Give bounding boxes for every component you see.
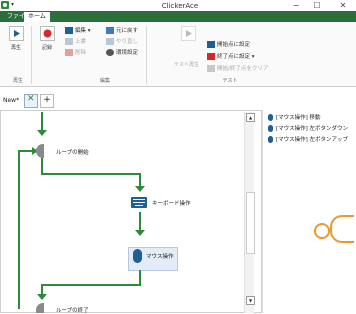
overwrite-icon xyxy=(65,38,73,45)
loop-end-node[interactable] xyxy=(36,303,44,313)
list-item[interactable]: [マウス操作] 左ボタンアップ xyxy=(268,135,348,145)
play-label: 再生 xyxy=(10,45,21,51)
overwrite-button[interactable]: 上書 xyxy=(65,37,86,47)
undo-icon xyxy=(106,27,114,34)
quick-access-dropdown[interactable]: ▾ xyxy=(11,1,14,8)
flow-canvas[interactable] xyxy=(0,110,262,313)
env-settings-button[interactable]: 環境設定 xyxy=(106,48,138,58)
gear-icon xyxy=(106,49,114,56)
window-title: ClickerAce xyxy=(161,2,199,10)
keyboard-icon[interactable] xyxy=(131,197,147,208)
ribbon-tab-bar xyxy=(0,11,356,22)
set-end-button[interactable]: 終了点に設定 ▾ xyxy=(207,52,255,62)
edit-menu[interactable]: 編集 ▾ xyxy=(65,26,91,36)
mouse-icon xyxy=(133,249,142,263)
app-logo-icon[interactable] xyxy=(1,1,9,9)
edit-icon xyxy=(65,27,73,34)
flow-arrow-icon xyxy=(135,186,145,192)
minimize-button[interactable]: − xyxy=(287,0,305,11)
record-label: 記録 xyxy=(41,45,52,51)
clear-icon xyxy=(207,65,215,72)
flow-connector xyxy=(41,112,43,132)
mouse-icon xyxy=(268,114,273,121)
flag-end-icon xyxy=(207,53,215,60)
loop-start-label: ループの開始 xyxy=(56,150,89,156)
list-item[interactable]: [マウス操作] 移動 xyxy=(268,113,321,123)
delete-icon xyxy=(65,49,73,56)
list-item[interactable]: [マウス操作] 左ボタンダウン xyxy=(268,124,348,134)
mouse-icon xyxy=(268,125,273,132)
flow-arrow-icon xyxy=(135,230,145,236)
flow-arrow-icon xyxy=(37,294,47,300)
add-tab-button[interactable]: + xyxy=(40,94,54,108)
document-tab-new[interactable] xyxy=(24,94,38,108)
keyboard-op-label: キーボード操作 xyxy=(152,201,191,207)
close-button[interactable]: ✕ xyxy=(334,0,352,11)
mouse-op-label: マウス操作 xyxy=(146,254,174,260)
flow-connector xyxy=(41,284,141,286)
redo-button[interactable]: やり直し xyxy=(106,37,138,47)
scroll-up-icon[interactable]: ▲ xyxy=(246,113,255,122)
flag-start-icon xyxy=(207,41,215,48)
play-button[interactable]: 再生 xyxy=(5,26,27,66)
flow-connector xyxy=(139,212,141,232)
position-marker-icon xyxy=(330,215,354,243)
position-marker-icon xyxy=(314,223,330,239)
group-label-play: 再生 xyxy=(12,78,23,84)
redo-icon xyxy=(106,38,114,45)
separator xyxy=(146,26,147,84)
undo-button[interactable]: 元に戻す xyxy=(106,26,138,36)
loop-start-node[interactable] xyxy=(36,144,44,158)
scroll-thumb[interactable] xyxy=(246,192,255,254)
canvas-scrollbar[interactable]: ▲ ▼ xyxy=(244,112,255,313)
clear-points-button[interactable]: 開始/終了点をクリア xyxy=(207,64,268,74)
test-play-button[interactable] xyxy=(174,26,202,66)
document-tab-label[interactable]: New* xyxy=(3,97,19,104)
group-label-edit: 編集 xyxy=(99,78,110,84)
record-button[interactable]: 記録 xyxy=(36,26,58,66)
play-icon xyxy=(8,26,24,41)
maximize-button[interactable]: ☐ xyxy=(308,0,326,11)
test-play-icon xyxy=(180,26,196,41)
scroll-down-icon[interactable]: ▼ xyxy=(246,296,255,305)
test-play-label: テスト再生 xyxy=(174,62,200,68)
group-label-test: テスト xyxy=(222,78,238,84)
flow-arrow-icon xyxy=(37,130,47,136)
set-start-button[interactable]: 開始点に設定 xyxy=(207,40,250,50)
delete-button[interactable]: 削除 xyxy=(65,48,86,58)
record-icon xyxy=(39,26,55,41)
separator xyxy=(31,26,32,84)
flow-connector xyxy=(41,173,141,175)
mouse-icon xyxy=(268,136,273,143)
tab-home[interactable]: ホーム xyxy=(24,12,50,22)
loop-back-line xyxy=(18,150,20,309)
